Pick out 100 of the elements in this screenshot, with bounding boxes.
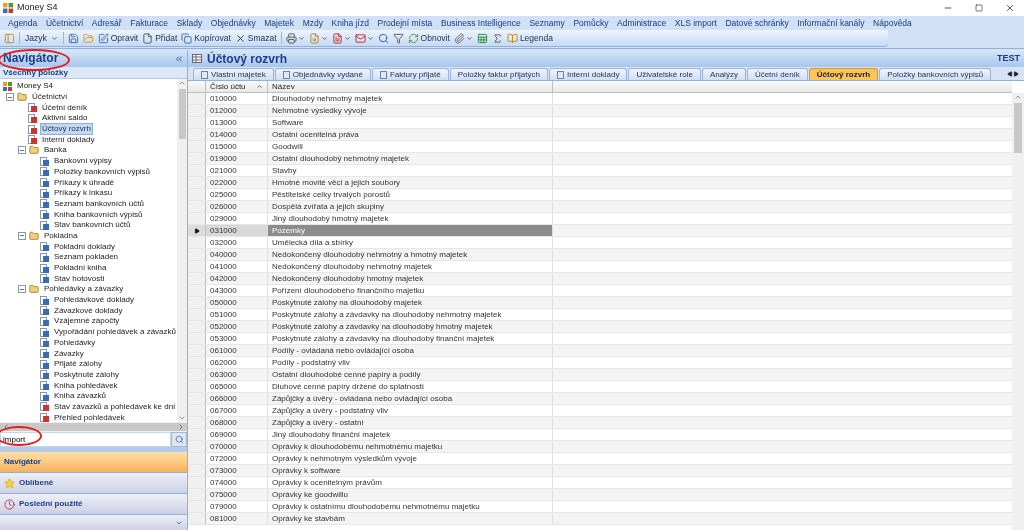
tree-item[interactable]: Banka <box>42 144 69 157</box>
scrollbar-thumb[interactable] <box>178 89 186 139</box>
tree-item[interactable]: Kniha pohledávek <box>52 379 120 392</box>
tree-item[interactable]: Kniha závazků <box>52 390 109 403</box>
tree-item[interactable]: Kniha bankovních výpisů <box>52 208 145 221</box>
tree-item[interactable]: Aktivní saldo <box>40 112 90 125</box>
tree-item[interactable]: Pokladní doklady <box>52 240 117 253</box>
tab[interactable]: Objednávky vydané <box>274 68 371 80</box>
navigator-section[interactable]: Navigátor <box>0 452 187 473</box>
tree-item[interactable]: Pohledávkové doklady <box>52 294 137 307</box>
menu-item[interactable]: Prodejní místa <box>377 16 433 30</box>
tree-item[interactable]: Závazkové doklady <box>52 304 125 317</box>
menu-item[interactable]: Nápověda <box>873 16 912 30</box>
tree-item[interactable]: Účtový rozvrh <box>40 123 93 136</box>
table-cell: Goodwill <box>268 141 553 152</box>
tree-item[interactable]: Závazky <box>52 347 86 360</box>
tree-item[interactable]: Pohledávky a závazky <box>42 283 126 296</box>
collapse-icon[interactable] <box>174 53 184 64</box>
tree-item[interactable]: Pohledávky <box>52 336 98 349</box>
tab[interactable]: Vlastní majetek <box>193 68 274 80</box>
tree-item[interactable]: Vypořádání pohledávek a závazků <box>52 326 177 339</box>
table-cell: Software <box>268 117 553 128</box>
tree-item[interactable]: Účetnictví <box>30 91 70 104</box>
menu-item[interactable]: Datové schránky <box>725 16 789 30</box>
menu-item[interactable]: Seznamy <box>529 16 565 30</box>
toolbar-button[interactable]: Obnovit <box>405 30 452 46</box>
toolbar-button[interactable]: Přidat <box>140 30 180 46</box>
navigator-section[interactable]: Oblíbené <box>0 473 187 494</box>
collapse-toggle[interactable] <box>18 285 26 294</box>
tree-item[interactable]: Seznam bankovních účtů <box>52 197 146 210</box>
table-cell: Poskytnuté zálohy a závdavky na dlouhodobý nehmotný majetek <box>268 309 553 320</box>
toolbar-dropdown[interactable] <box>283 30 307 46</box>
column-header[interactable]: Číslo účtu <box>206 81 268 92</box>
tree-item[interactable]: Stav bankovních účtů <box>52 219 133 232</box>
tree-item[interactable]: Stav závazků a pohledávek ke dni <box>52 400 177 413</box>
tab[interactable]: Faktury přijaté <box>371 68 449 80</box>
menu-item[interactable]: Informační kanály <box>797 16 865 30</box>
tree-item[interactable]: Příkazy k úhradě <box>52 176 117 189</box>
tree-item[interactable]: Účetní deník <box>40 101 89 114</box>
collapse-toggle[interactable] <box>18 231 26 240</box>
tree-item[interactable]: Pokladna <box>42 229 80 242</box>
menu-item[interactable]: Adresář <box>91 16 122 30</box>
language-dropdown[interactable]: Jazyk <box>22 30 61 46</box>
horizontal-scrollbar[interactable] <box>0 422 187 432</box>
navigator-section[interactable]: Poslední použité <box>0 494 187 515</box>
tree-item[interactable]: Příkazy k inkasu <box>52 187 115 200</box>
menu-item[interactable]: XLS import <box>674 16 717 30</box>
toolbar-button[interactable]: Legenda <box>504 30 555 46</box>
menu-item[interactable]: Objednávky <box>210 16 256 30</box>
tree-item[interactable]: Bankovní výpisy <box>52 155 114 168</box>
scroll-tabs-right-icon[interactable] <box>1013 71 1019 77</box>
tree-item[interactable]: Položky bankovních výpisů <box>52 165 153 178</box>
restore-icon[interactable] <box>975 4 983 12</box>
tree-item[interactable]: Přijaté zálohy <box>52 358 105 371</box>
toolbar-button[interactable]: Kopírovat <box>179 30 233 46</box>
vertical-scrollbar[interactable] <box>177 79 187 422</box>
menu-item[interactable]: Kniha jízd <box>331 16 369 30</box>
tree-item[interactable]: Pokladní kniha <box>52 262 109 275</box>
menu-item[interactable]: Majetek <box>264 16 295 30</box>
tree-item[interactable]: Interní doklady <box>40 133 97 146</box>
menu-item[interactable]: Fakturace <box>130 16 169 30</box>
tab[interactable]: Účtový rozvrh <box>808 68 879 80</box>
scroll-up-icon[interactable] <box>1014 93 1022 101</box>
row-header[interactable] <box>188 225 206 236</box>
menu-item[interactable]: Business Intelligence <box>440 16 521 30</box>
collapse-toggle[interactable] <box>6 93 14 102</box>
scrollbar-thumb[interactable] <box>1014 103 1022 153</box>
tab[interactable]: Účetní deník <box>746 68 808 80</box>
search-button[interactable] <box>171 432 187 447</box>
tab[interactable]: Položky bankovních výpisů <box>879 68 992 80</box>
scroll-up-icon[interactable] <box>178 79 186 87</box>
search-field[interactable]: import <box>0 432 171 447</box>
toolbar-button[interactable]: Opravit <box>95 30 141 46</box>
tree-item[interactable]: Seznam pokladen <box>52 251 121 264</box>
table-cell: Pozemky <box>268 225 553 236</box>
vertical-scrollbar[interactable] <box>1012 93 1024 530</box>
toolbar-button[interactable]: Smazat <box>232 30 279 46</box>
tree-item[interactable]: Stav hotovosti <box>52 272 107 285</box>
menu-item[interactable]: Administrace <box>617 16 667 30</box>
caret-icon <box>320 34 328 42</box>
collapse-toggle[interactable] <box>18 146 26 155</box>
tab[interactable]: Uživatelské role <box>628 68 701 80</box>
tab[interactable]: Interní doklady <box>548 68 628 80</box>
menu-item[interactable]: Účetnictví <box>45 16 84 30</box>
scroll-tabs-left-icon[interactable] <box>1007 71 1013 77</box>
scroll-down-icon[interactable] <box>178 414 186 422</box>
tab[interactable]: Položky faktur přijatých <box>449 68 548 80</box>
column-header[interactable]: Název <box>268 81 553 92</box>
menu-item[interactable]: Mzdy <box>302 16 323 30</box>
menu-item[interactable]: Pomůcky <box>573 16 609 30</box>
tree-item[interactable]: Money S4 <box>15 80 56 93</box>
close-icon[interactable] <box>1005 3 1015 13</box>
scroll-right-icon[interactable] <box>177 423 185 431</box>
tree-item[interactable]: Poskytnuté zálohy <box>52 368 121 381</box>
menu-item[interactable]: Agenda <box>8 16 38 30</box>
tree-item[interactable]: Vzájemné zápočty <box>52 315 122 328</box>
table-cell: Nedokončený dlouhodobý hmotný majetek <box>268 273 553 284</box>
menu-item[interactable]: Sklady <box>176 16 203 30</box>
tab[interactable]: Analýzy <box>701 68 746 80</box>
tree-item[interactable]: Přehled pohledávek <box>52 411 127 422</box>
